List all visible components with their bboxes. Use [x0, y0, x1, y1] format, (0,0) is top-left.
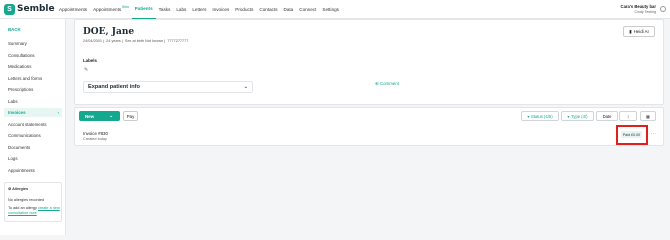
allergies-title: ⊘ Allergies [8, 187, 29, 191]
brand-name: Semble [17, 4, 55, 14]
sidebar-item-letters-forms[interactable]: Letters and forms [4, 74, 62, 83]
nav-item-tasks[interactable]: Tasks [156, 0, 174, 19]
sidebar-item-consultations[interactable]: Consultations [4, 51, 62, 60]
nav-item-connect[interactable]: Connect [296, 0, 319, 19]
semble-logo-icon: S [4, 3, 15, 15]
nav-item-settings[interactable]: Settings [319, 0, 342, 19]
nav-item-appointments-beta[interactable]: Appointments Beta [90, 0, 132, 19]
sidebar-item-documents[interactable]: Documents [4, 143, 62, 152]
patient-demographics: 24/04/2001 | 24 years | Sex at birth Not… [83, 39, 189, 43]
no-allergies-text: No allergies recorded [8, 198, 45, 202]
sort-direction-button[interactable]: ↕ [619, 111, 637, 121]
sidebar-item-summary[interactable]: Summary [4, 39, 62, 48]
back-link[interactable]: BACK [8, 27, 21, 32]
nav-item-data[interactable]: Data [281, 0, 297, 19]
expand-patient-info[interactable]: Expand patient info ⌄ [83, 81, 253, 93]
nav-item-invoices[interactable]: Invoices [209, 0, 232, 19]
sidebar-item-communications[interactable]: Communications [4, 131, 62, 140]
status-filter-button[interactable]: ▾ Status (4/5) [521, 111, 559, 121]
filter-icon: ▾ [567, 113, 570, 119]
nav-item-patients[interactable]: Patients [131, 0, 156, 19]
nav-item-labs[interactable]: Labs [173, 0, 189, 19]
edit-labels-pencil-icon[interactable]: ✎ [84, 67, 88, 73]
chevron-down-icon: ⌄ [243, 84, 248, 90]
patient-header-card: DOE, Jane 24/04/2001 | 24 years | Sex at… [74, 19, 664, 105]
allergies-panel: ⊘ Allergies No allergies recorded To add… [4, 182, 62, 222]
semble-logo[interactable]: S Semble [4, 3, 56, 15]
invoice-title[interactable]: Invoice #830 [83, 131, 108, 136]
calendar-icon[interactable]: ▦ [640, 111, 656, 121]
sidebar-item-appointments[interactable]: Appointments [4, 166, 62, 175]
pay-button[interactable]: Pay [123, 111, 138, 121]
sidebar-item-medications[interactable]: Medications [4, 62, 62, 71]
new-invoice-button[interactable]: New ⌄ [79, 111, 120, 121]
chevron-down-icon: ⌄ [109, 113, 113, 118]
user-subtitle: Cindy Testing [634, 10, 656, 14]
sidebar-item-invoices[interactable]: Invoices › [4, 108, 62, 117]
comment-icon: ⊕ [375, 81, 379, 86]
labels-heading: Labels [83, 58, 97, 63]
nav-item-contacts[interactable]: Contacts [256, 0, 280, 19]
beta-badge: Beta [122, 4, 129, 9]
type-filter-button[interactable]: ▾ Type (4/) [561, 111, 594, 121]
chevron-right-icon: › [57, 110, 59, 115]
user-menu[interactable]: Cara's Beauty bar Cindy Testing [621, 4, 656, 14]
heidi-icon: ▮ [629, 28, 632, 34]
heidi-ai-button[interactable]: ▮ Heidi AI [623, 26, 655, 37]
sidebar-item-prescriptions[interactable]: Prescriptions [4, 85, 62, 94]
top-navigation-bar: S Semble Appointments Appointments Beta P… [0, 0, 670, 19]
invoices-card: New ⌄ Pay ▾ Status (4/5) ▾ Type (4/) Dat… [74, 107, 664, 146]
nav-item-appointments[interactable]: Appointments [56, 0, 90, 19]
sidebar-item-account-statements[interactable]: Account statements [4, 120, 62, 129]
patient-sidebar: BACK Summary Consultations Medications L… [0, 19, 66, 235]
sidebar-item-labs[interactable]: Labs [4, 97, 62, 106]
patient-name: DOE, Jane [83, 27, 135, 37]
nav-item-letters[interactable]: Letters [189, 0, 209, 19]
status-badge: Paid £0.00 [621, 131, 642, 138]
filter-icon: ▾ [527, 113, 530, 119]
nav-item-products[interactable]: Products [232, 0, 256, 19]
main-nav: Appointments Appointments Beta Patients T… [56, 0, 342, 19]
avatar-icon[interactable] [660, 6, 666, 12]
user-name: Cara's Beauty bar [620, 4, 656, 9]
more-options-icon[interactable]: ··· [651, 131, 657, 136]
date-sort-button[interactable]: Date [596, 111, 618, 121]
comment-button[interactable]: ⊕ Comment [375, 81, 399, 87]
sidebar-item-logs[interactable]: Logs [4, 154, 62, 163]
invoice-created: Created today [83, 137, 107, 141]
add-allergy-text: To add an allergy create a new consultat… [8, 206, 60, 215]
warning-icon: ⊘ [8, 187, 12, 191]
